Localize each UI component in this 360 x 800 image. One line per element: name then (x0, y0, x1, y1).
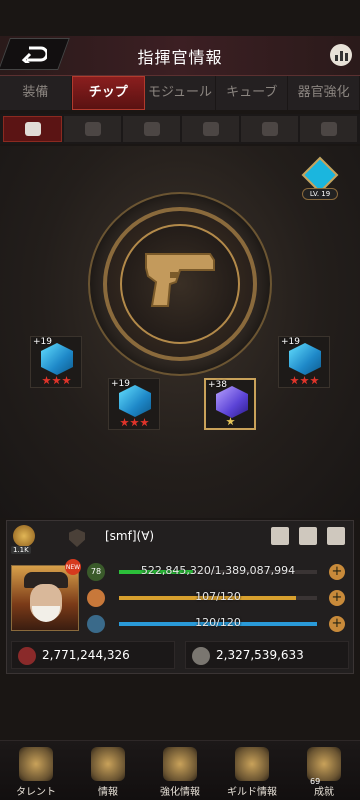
gasmask-icon (202, 122, 219, 136)
pistol-category[interactable] (3, 116, 62, 142)
add-energy-button[interactable]: + (329, 616, 345, 632)
exp-text: 522,845,320/1,389,087,994 (140, 564, 296, 577)
chip-slot-4[interactable]: +19 (278, 336, 330, 388)
crystal-icon (216, 386, 248, 418)
avatar[interactable] (11, 565, 79, 631)
shield-icon (69, 529, 85, 547)
avatar-beard (32, 606, 60, 622)
pistol-icon (145, 253, 215, 307)
chip-slot-2[interactable]: +19 (108, 378, 160, 430)
chip-category-bar (0, 114, 360, 144)
gasmask-category[interactable] (182, 116, 239, 142)
rank-medal-icon (13, 525, 35, 547)
gift-icon (18, 647, 36, 665)
achievement-icon (307, 747, 341, 781)
bottom-nav: タレント 情報 強化情報 ギルド情報 69 成就 (0, 740, 360, 800)
nav-label: 強化情報 (160, 787, 200, 798)
talent-icon (19, 747, 53, 781)
chip-level-badge[interactable]: LV. 19 (301, 156, 339, 202)
achievement-count: 69 (310, 777, 321, 786)
ammo-category[interactable] (123, 116, 180, 142)
panel-actions (271, 527, 345, 545)
boot-icon (320, 122, 337, 136)
guild-icon (235, 747, 269, 781)
energy-text: 120/120 (195, 616, 241, 629)
star-rating (42, 376, 71, 385)
resource-left-value: 2,771,244,326 (42, 648, 130, 662)
nav-label: 成就 (314, 787, 334, 798)
level-icon: 78 (87, 563, 105, 581)
stamina-text: 107/120 (195, 590, 241, 603)
info-icon (91, 747, 125, 781)
nav-talent[interactable]: タレント (0, 741, 72, 800)
crystal-icon (289, 343, 321, 375)
enhance-icon (163, 747, 197, 781)
exp-row: 78 522,845,320/1,389,087,994 + (87, 561, 351, 583)
page-title: 指揮官情報 (137, 48, 223, 67)
nav-guild-info[interactable]: ギルド情報 (216, 741, 288, 800)
new-badge: NEW (65, 559, 81, 575)
chip-plus: +19 (33, 337, 52, 347)
main-tabs: 装備 チップ モジュール キューブ 器官強化 (0, 76, 360, 110)
nav-achievement[interactable]: 69 成就 (288, 741, 360, 800)
profile-settings-icon[interactable] (271, 527, 289, 545)
resource-right: 2,327,539,633 (185, 641, 349, 669)
star-rating (120, 418, 149, 427)
vest-category[interactable] (241, 116, 298, 142)
top-bar: 指揮官情報 (0, 36, 360, 76)
armor-icon (84, 122, 101, 136)
stamina-row: 107/120 + (87, 587, 351, 609)
commander-panel: 1.1K [smf](∀) NEW 78 522,845,320/1,389,0… (6, 520, 354, 674)
tab-module[interactable]: モジュール (145, 76, 217, 110)
resource-right-value: 2,327,539,633 (216, 648, 304, 662)
crystal-icon (119, 385, 151, 417)
crystal-icon (41, 343, 73, 375)
tab-cube[interactable]: キューブ (216, 76, 289, 110)
boot-category[interactable] (300, 116, 357, 142)
energy-icon (87, 615, 105, 633)
chip-slot-1[interactable]: +19 (30, 336, 82, 388)
nav-enhance-info[interactable]: 強化情報 (144, 741, 216, 800)
star-rating (290, 376, 319, 385)
resource-left: 2,771,244,326 (11, 641, 175, 669)
level-text: LV. 19 (302, 188, 338, 200)
tab-chip[interactable]: チップ (71, 76, 145, 110)
armor-category[interactable] (64, 116, 121, 142)
nav-label: 情報 (98, 787, 118, 798)
vest-icon (261, 122, 278, 136)
tab-equipment[interactable]: 装備 (0, 76, 72, 110)
star-rating (226, 417, 235, 426)
list-icon[interactable] (299, 527, 317, 545)
power-small: 1.1K (11, 546, 31, 554)
player-name: [smf](∀) (105, 529, 155, 543)
chip-slot-3[interactable]: +38 (204, 378, 256, 430)
chip-plus: +38 (208, 380, 227, 390)
pistol-icon (24, 122, 41, 136)
ammo-icon (143, 122, 160, 136)
skull-icon (192, 647, 210, 665)
add-exp-button[interactable]: + (329, 564, 345, 580)
tab-organ-upgrade[interactable]: 器官強化 (288, 76, 360, 110)
chip-plus: +19 (111, 379, 130, 389)
edit-icon[interactable] (327, 527, 345, 545)
add-stamina-button[interactable]: + (329, 590, 345, 606)
stamina-icon (87, 589, 105, 607)
energy-row: 120/120 + (87, 613, 351, 635)
chip-plus: +19 (281, 337, 300, 347)
chip-stage: LV. 19 +19 +19 +38 +19 (0, 146, 360, 518)
nav-info[interactable]: 情報 (72, 741, 144, 800)
nav-label: ギルド情報 (227, 787, 277, 798)
ranking-icon[interactable] (330, 44, 352, 66)
nav-label: タレント (16, 787, 56, 798)
